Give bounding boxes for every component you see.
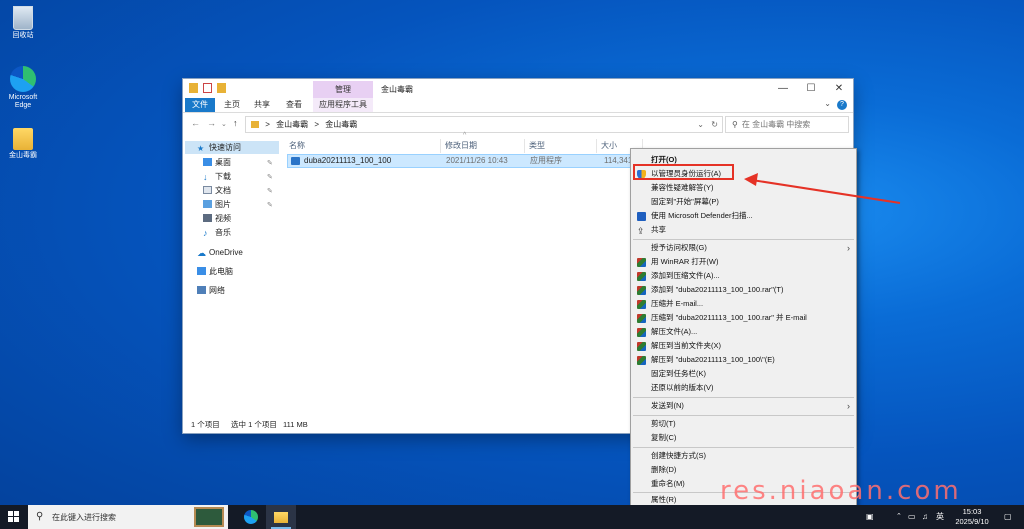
tray-app-icon[interactable]: ▣: [866, 505, 874, 529]
clock-date: 2025/9/10: [955, 517, 989, 526]
taskbar-search-input[interactable]: 在此键入进行搜索: [52, 512, 116, 523]
taskbar-search[interactable]: ⚲ 在此键入进行搜索: [28, 505, 228, 529]
volume-icon[interactable]: ♫: [922, 505, 928, 529]
network-icon[interactable]: ▭: [908, 505, 916, 529]
taskbar-file-explorer[interactable]: [266, 505, 296, 529]
taskbar-clock[interactable]: 15:03 2025/9/10: [950, 507, 994, 527]
taskbar: ⚲ 在此键入进行搜索 ▣ ⌃ ▭ ♫ 英 15:03 2025/9/10 ▢: [0, 505, 1024, 529]
chalkboard-icon: [194, 507, 224, 527]
clock-time: 15:03: [962, 507, 982, 516]
ime-indicator[interactable]: 英: [936, 505, 944, 529]
taskbar-edge[interactable]: [236, 505, 266, 529]
start-button[interactable]: [8, 511, 20, 523]
tray-chevron-up-icon[interactable]: ⌃: [896, 505, 902, 529]
search-icon: ⚲: [36, 511, 44, 522]
annotation-arrow-icon: [744, 173, 901, 204]
edge-icon: [244, 510, 258, 524]
watermark: res.niaoan.com: [720, 476, 962, 506]
notification-icon[interactable]: ▢: [1004, 505, 1012, 529]
folder-icon: [274, 512, 288, 523]
